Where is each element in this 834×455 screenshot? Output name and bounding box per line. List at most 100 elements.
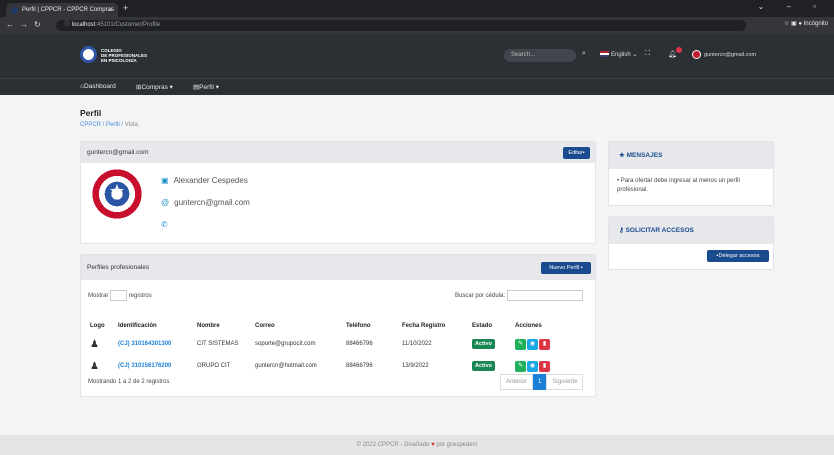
row-fecha: 13/9/2022	[402, 363, 429, 369]
address-bar: ← → ↻ ⓘ localhost:45101/Customer/Profile…	[0, 17, 834, 34]
user-tie-icon: ♟	[90, 360, 99, 372]
language-label: English	[611, 52, 631, 58]
accesos-header: ⚷ SOLICITAR ACCESOS	[609, 217, 773, 244]
profile-name: Alexander Cespedes	[173, 176, 248, 185]
edit-button[interactable]: Editar▪	[563, 147, 590, 159]
star-icon: ★	[619, 152, 625, 159]
row-correo: soporte@grupocit.com	[255, 341, 316, 347]
footer-text: © 2022 CPPCR - Diseñado	[356, 442, 430, 448]
profile-email-row: @ guntercn@gmail.com	[161, 198, 250, 207]
user-tie-icon: ♟	[90, 338, 99, 350]
language-selector[interactable]: English ⌄	[600, 51, 637, 58]
row-nombre: GRUPO CIT	[197, 363, 231, 369]
mensajes-header: ★ MENSAJES	[609, 142, 773, 169]
row-acciones: ✎ ◉ ▮	[512, 333, 599, 355]
profile-email: guntercn@gmail.com	[174, 198, 250, 207]
profile-avatar	[88, 165, 146, 223]
row-telefono: 88466796	[346, 341, 373, 347]
table-header-row: Logo Identificación Nombre Correo Teléfo…	[87, 319, 599, 333]
pagination-page-1[interactable]: 1	[533, 374, 547, 390]
menu-label: Perfil	[199, 84, 214, 91]
browser-tab-title: Perfil | CPPCR - CPPCR Compras	[22, 7, 114, 13]
menu-perfil[interactable]: ▤Perfil ▾	[193, 83, 219, 91]
notification-badge	[676, 47, 682, 53]
breadcrumb-item[interactable]: Perfil	[106, 122, 120, 128]
col-acciones[interactable]: Acciones	[512, 319, 599, 333]
app-header: COLEGIO DE PROFESIONALES EN PSICOLOGÍA S…	[0, 34, 834, 78]
row-id-link[interactable]: (CJ) 310164301300	[115, 333, 194, 355]
row-logo: ♟	[87, 333, 115, 355]
back-icon[interactable]: ←	[6, 20, 14, 29]
delegar-accesos-label: Delegar accesos	[718, 253, 760, 259]
view-icon[interactable]: ◉	[527, 360, 538, 372]
col-nombre[interactable]: Nombre	[194, 319, 252, 333]
cedula-search: Buscar por cédula:	[455, 290, 583, 301]
table-row: ♟ (CJ) 310164301300 CIT SISTEMAS soporte…	[87, 333, 599, 355]
close-tab-icon[interactable]: ✕	[108, 3, 113, 17]
status-badge: Activo	[472, 361, 495, 371]
breadcrumb-item[interactable]: CPPCR	[80, 122, 101, 128]
logo-text: COLEGIO DE PROFESIONALES EN PSICOLOGÍA	[101, 48, 147, 63]
edit-icon[interactable]: ✎	[515, 338, 526, 350]
heart-icon: ♥	[431, 442, 435, 448]
user-icon: ▪	[582, 150, 585, 156]
new-profile-label: Nuevo Perfil	[549, 265, 580, 271]
profile-phone-row: ✆	[161, 220, 173, 229]
col-telefono[interactable]: Teléfono	[343, 319, 399, 333]
logo[interactable]: COLEGIO DE PROFESIONALES EN PSICOLOGÍA	[80, 44, 190, 66]
row-estado: Activo	[469, 333, 512, 355]
accesos-card: ⚷ SOLICITAR ACCESOS ▪Delegar accesos	[608, 216, 774, 270]
profile-card: guntercn@gmail.com Editar▪ ▣ Alexander Ce…	[80, 141, 596, 244]
view-icon[interactable]: ◉	[527, 338, 538, 350]
cedula-search-input[interactable]	[506, 290, 583, 301]
window-controls[interactable]: ⌄ – ▫	[758, 2, 826, 11]
row-id-link[interactable]: (CJ) 310156176200	[115, 355, 194, 377]
profile-card-header: guntercn@gmail.com	[81, 142, 595, 163]
show-label: Mostrar	[88, 293, 109, 300]
col-estado[interactable]: Estado	[469, 319, 512, 333]
row-logo: ♟	[87, 355, 115, 377]
menu-label: Dashboard	[83, 83, 116, 90]
col-identificacion[interactable]: Identificación	[115, 319, 194, 333]
col-correo[interactable]: Correo	[252, 319, 343, 333]
url-field[interactable]: ⓘ localhost:45101/Customer/Profile	[56, 20, 746, 31]
incognito-indicator[interactable]: ☆ ▣ ● Incógnito	[784, 20, 828, 27]
page-length-select[interactable]	[110, 290, 128, 301]
row-nombre: CIT SISTEMAS	[197, 341, 239, 347]
table-summary: Mostrando 1 a 2 de 2 registros	[88, 379, 170, 385]
pagination-prev[interactable]: Anterior	[500, 374, 534, 390]
pagination-next[interactable]: Siguiente	[546, 374, 584, 390]
delete-icon[interactable]: ▮	[539, 360, 550, 372]
browser-tab[interactable]: Perfil | CPPCR - CPPCR Compras ✕	[6, 3, 118, 17]
menu-dashboard[interactable]: ⌂Dashboard	[80, 83, 116, 90]
id-card-icon: ▣	[161, 176, 169, 185]
fullscreen-icon[interactable]: ⛶	[645, 50, 650, 58]
menu-label: Compras	[141, 84, 168, 91]
mensajes-text: Para ofertar debe ingresar al menos un p…	[617, 178, 740, 193]
url-path: :45101/Customer/Profile	[95, 22, 161, 28]
menu-compras[interactable]: ⊞Compras ▾	[136, 83, 173, 91]
forward-icon[interactable]: →	[20, 20, 28, 29]
footer-text-author: por gcespedes!	[436, 442, 478, 448]
col-fecha[interactable]: Fecha Registro	[399, 319, 469, 333]
pagination: Anterior 1 Siguiente	[500, 374, 584, 390]
reload-icon[interactable]: ↻	[34, 20, 41, 29]
delete-icon[interactable]: ▮	[539, 338, 550, 350]
new-profile-button[interactable]: Nuevo Perfil ▪	[541, 262, 591, 274]
logo-line: EN PSICOLOGÍA	[101, 58, 137, 63]
browser-tab-strip: Perfil | CPPCR - CPPCR Compras ✕ + ⌄ – ▫	[0, 0, 834, 17]
search-input[interactable]: Search...	[504, 49, 576, 62]
cedula-search-label: Buscar por cédula:	[455, 293, 506, 300]
col-logo[interactable]: Logo	[87, 319, 115, 333]
mensajes-item: • Para ofertar debe ingresar al menos un…	[617, 178, 740, 193]
edit-icon[interactable]: ✎	[515, 360, 526, 372]
delegar-accesos-button[interactable]: ▪Delegar accesos	[707, 250, 769, 262]
perfiles-card-header: Perfiles profesionales	[81, 255, 595, 280]
profile-name-row: ▣ Alexander Cespedes	[161, 176, 248, 185]
length-control: Mostrar registros	[88, 290, 152, 301]
search-icon[interactable]: ⌕	[582, 50, 586, 58]
user-menu[interactable]: guntercn@gmail.com	[692, 50, 756, 59]
records-label: registros	[128, 293, 152, 300]
new-tab-icon[interactable]: +	[123, 3, 128, 13]
key-icon: ⚷	[619, 227, 624, 234]
